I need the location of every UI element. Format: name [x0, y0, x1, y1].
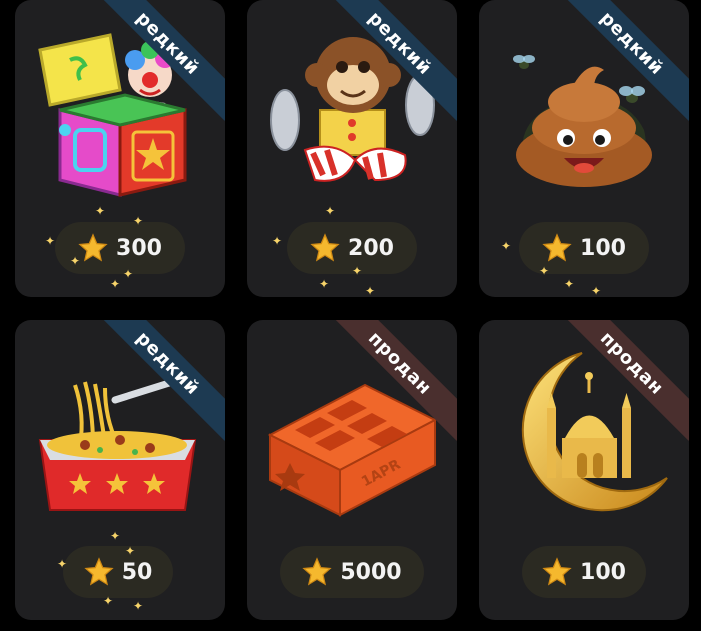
monkey-cymbals-icon	[270, 37, 435, 182]
price-value: 5000	[340, 559, 402, 585]
star-icon	[310, 233, 340, 262]
price-value: 200	[348, 235, 394, 261]
price-button[interactable]: 200	[287, 222, 417, 274]
star-icon	[84, 557, 114, 586]
jack-in-the-box-icon	[38, 33, 187, 197]
star-icon	[302, 557, 333, 586]
gift-card-poop[interactable]: редкий 100 ✦ ✦ ✦ ✦	[479, 0, 689, 297]
price-button[interactable]: 100	[519, 222, 649, 274]
star-icon	[542, 557, 572, 586]
gift-card-crescent-mosque[interactable]: продан 100	[479, 320, 689, 620]
gift-card-brick[interactable]: 1APR продан 5000	[247, 320, 457, 620]
price-value: 100	[580, 235, 626, 261]
brick-icon: 1APR	[267, 383, 438, 517]
crescent-mosque-icon	[521, 352, 668, 512]
poop-icon	[513, 55, 652, 187]
gift-card-monkey[interactable]: редкий 200 ✦ ✦ ✦ ✦ ✦	[247, 0, 457, 297]
star-icon	[542, 233, 572, 262]
price-button[interactable]: 300	[55, 222, 185, 274]
price-button[interactable]: 50	[63, 546, 173, 598]
star-icon	[78, 233, 108, 262]
price-button[interactable]: 5000	[280, 546, 424, 598]
gift-grid: редкий 300 ✦ ✦ ✦ ✦ ✦ ✦ редкий 200 ✦ ✦ ✦ …	[0, 0, 701, 631]
gift-card-noodles[interactable]: редкий 50 ✦ ✦ ✦ ✦ ✦	[15, 320, 225, 620]
noodles-box-icon	[38, 374, 197, 511]
price-value: 50	[121, 559, 153, 585]
price-value: 100	[580, 559, 626, 585]
price-button[interactable]: 100	[522, 546, 646, 598]
price-value: 300	[116, 235, 162, 261]
gift-card-jack-in-the-box[interactable]: редкий 300 ✦ ✦ ✦ ✦ ✦ ✦	[15, 0, 225, 297]
